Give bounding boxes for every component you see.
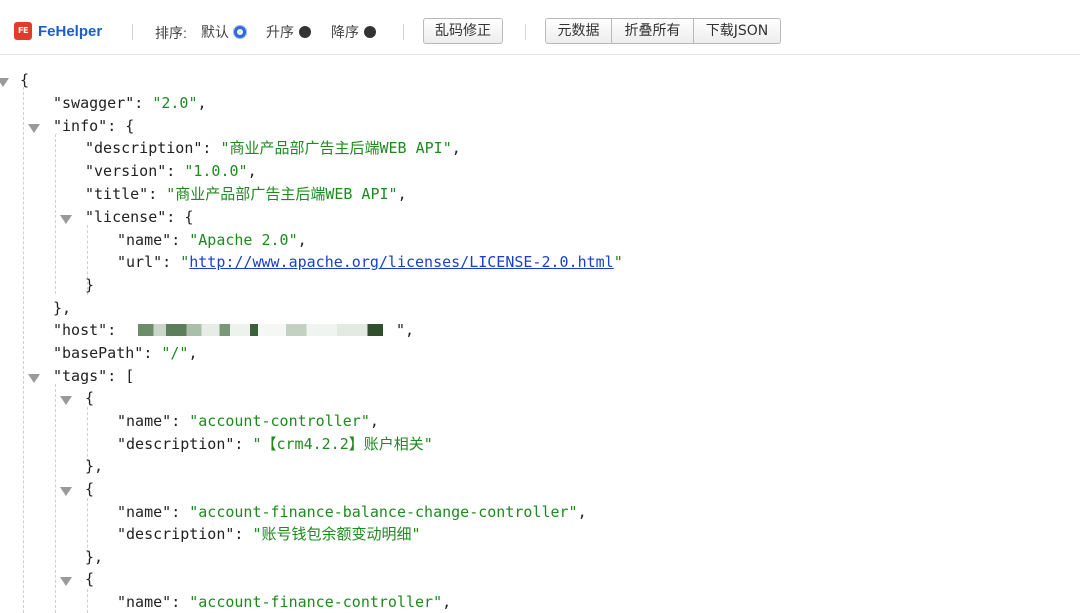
json-viewer: { "swagger": "2.0", "info": { "descripti…: [0, 55, 1080, 613]
json-key: "name": [117, 412, 172, 430]
toolbar-divider: [403, 24, 404, 40]
json-string-value: "account-finance-controller": [189, 593, 443, 611]
json-punctuation: {: [20, 71, 30, 89]
json-string-value: "商业产品部广告主后端WEB API": [166, 185, 398, 203]
json-line: "basePath": "/",: [53, 344, 198, 362]
app-name: FeHelper: [38, 22, 103, 40]
json-string-value: "/": [161, 344, 189, 362]
json-line: "name": "account-finance-controller",: [117, 593, 452, 611]
json-string-value: "account-finance-balance-change-controll…: [189, 503, 578, 521]
json-key: "swagger": [53, 94, 135, 112]
indent-guide: [55, 384, 56, 613]
json-line: {: [85, 570, 95, 588]
json-line: "name": "account-finance-balance-change-…: [117, 503, 587, 521]
json-line: "title": "商业产品部广告主后端WEB API",: [85, 185, 407, 203]
radio-unselected-icon[interactable]: [299, 26, 311, 38]
collapse-toggle-icon[interactable]: [28, 374, 40, 383]
json-line: },: [85, 457, 104, 475]
json-line: "version": "1.0.0",: [85, 162, 257, 180]
json-line: {: [85, 480, 95, 498]
indent-guide: [87, 407, 88, 462]
json-string-value: "1.0.0": [184, 162, 248, 180]
json-line: "description": "账号钱包余额变动明细": [117, 525, 421, 543]
json-line: "info": {: [53, 117, 135, 135]
toolbar: FE FeHelper 排序: 默认 升序 降序 乱码修正 元数据 折叠所有 下…: [0, 6, 1080, 55]
json-key: "host": [53, 321, 108, 339]
json-line: "swagger": "2.0",: [53, 94, 207, 112]
sort-option-label: 升序: [266, 24, 294, 40]
json-line: "license": {: [85, 208, 194, 226]
download-json-button[interactable]: 下载JSON: [693, 18, 781, 44]
redacted-host-value: [138, 324, 393, 336]
json-key: "basePath": [53, 344, 144, 362]
collapse-toggle-icon[interactable]: [60, 215, 72, 224]
json-key: "name": [117, 231, 172, 249]
json-key: "title": [85, 185, 149, 203]
indent-guide: [55, 134, 56, 294]
json-line: "host": ",: [53, 321, 415, 339]
json-string-value: "2.0": [152, 94, 198, 112]
fix-encoding-button[interactable]: 乱码修正: [423, 18, 503, 44]
fehelper-logo: FE FeHelper: [14, 22, 102, 40]
toolbar-divider: [525, 24, 526, 40]
json-line: },: [85, 548, 104, 566]
json-line: "url": "http://www.apache.org/licenses/L…: [117, 253, 623, 271]
json-string-value: "【crm4.2.2】账户相关": [252, 435, 433, 453]
json-key: "name": [117, 593, 172, 611]
json-line: "description": "【crm4.2.2】账户相关": [117, 435, 433, 453]
json-line: }: [85, 276, 95, 294]
metadata-button[interactable]: 元数据: [545, 18, 612, 44]
collapse-toggle-icon[interactable]: [0, 78, 9, 87]
collapse-toggle-icon[interactable]: [60, 487, 72, 496]
json-line: "name": "Apache 2.0",: [117, 231, 307, 249]
json-line: "description": "商业产品部广告主后端WEB API",: [85, 139, 461, 157]
json-key: "description": [117, 525, 235, 543]
json-key: "tags": [53, 367, 108, 385]
indent-guide: [87, 589, 88, 613]
sort-option-ascending[interactable]: 升序: [266, 22, 311, 42]
json-string-value: "Apache 2.0": [189, 231, 298, 249]
collapse-toggle-icon[interactable]: [60, 577, 72, 586]
json-string-value: "账号钱包余额变动明细": [252, 525, 421, 543]
json-line: "tags": [: [53, 367, 135, 385]
json-key: "url": [117, 253, 163, 271]
license-url-link[interactable]: http://www.apache.org/licenses/LICENSE-2…: [189, 253, 613, 271]
json-key: "version": [85, 162, 167, 180]
sort-option-descending[interactable]: 降序: [331, 22, 376, 42]
radio-selected-icon[interactable]: [234, 26, 246, 38]
json-string-value: "account-controller": [189, 412, 370, 430]
collapse-toggle-icon[interactable]: [28, 124, 40, 133]
json-line: "name": "account-controller",: [117, 412, 379, 430]
json-line: {: [85, 389, 95, 407]
json-key: "license": [85, 208, 167, 226]
sort-option-label: 降序: [331, 24, 359, 40]
indent-guide: [23, 87, 24, 613]
sort-label: 排序:: [155, 25, 187, 41]
indent-guide: [87, 498, 88, 553]
json-key: "description": [117, 435, 235, 453]
toolbar-divider: [132, 24, 133, 40]
sort-option-default[interactable]: 默认: [201, 22, 246, 42]
json-string-value: "商业产品部广告主后端WEB API": [220, 139, 452, 157]
collapse-toggle-icon[interactable]: [60, 396, 72, 405]
json-line: {: [20, 69, 29, 91]
json-line: },: [53, 299, 72, 317]
radio-unselected-icon[interactable]: [364, 26, 376, 38]
json-key: "name": [117, 503, 172, 521]
fehelper-logo-icon: FE: [14, 22, 32, 40]
json-key: "description": [85, 139, 203, 157]
json-key: "info": [53, 117, 108, 135]
sort-option-label: 默认: [201, 24, 229, 40]
collapse-all-button[interactable]: 折叠所有: [611, 18, 694, 44]
